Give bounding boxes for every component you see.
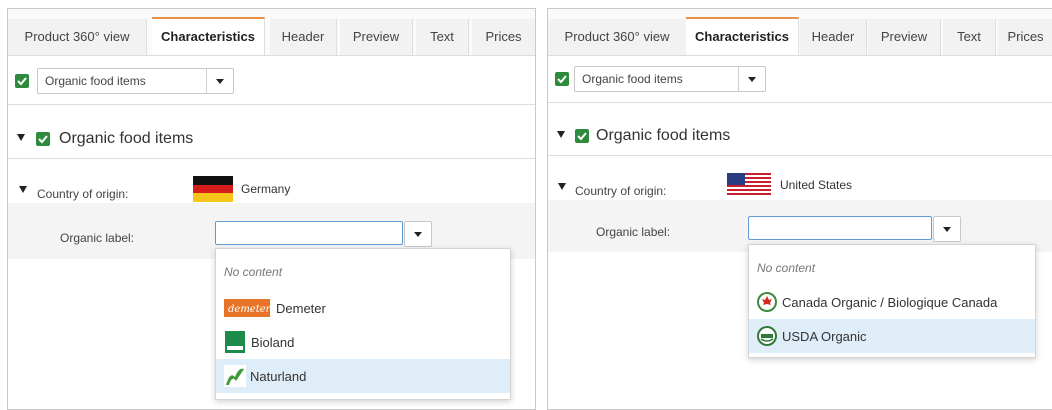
category-checkbox[interactable] xyxy=(555,72,569,86)
option-label: Canada Organic / Biologique Canada xyxy=(782,295,998,310)
organic-label-input[interactable] xyxy=(215,221,403,245)
tab-header[interactable]: Header xyxy=(800,19,867,55)
tab-product-360[interactable]: Product 360° view xyxy=(548,19,687,55)
triangle-down-icon[interactable] xyxy=(17,134,25,141)
category-select-button[interactable] xyxy=(738,67,765,91)
germany-flag-icon xyxy=(193,176,233,202)
triangle-down-icon[interactable] xyxy=(557,131,565,138)
demeter-logo-icon: demeter xyxy=(224,299,270,317)
category-select-value: Organic food items xyxy=(45,74,146,88)
left-panel: Product 360° view Characteristics Header… xyxy=(7,8,536,410)
caret-down-icon xyxy=(216,79,224,84)
divider xyxy=(8,158,535,159)
check-icon xyxy=(17,77,27,86)
option-bioland[interactable]: Bioland xyxy=(216,325,510,359)
option-demeter[interactable]: demeter Demeter xyxy=(216,291,510,325)
tab-characteristics[interactable]: Characteristics xyxy=(152,17,265,55)
bioland-logo-icon xyxy=(225,331,245,353)
usda-organic-logo-icon xyxy=(757,326,777,346)
tab-bar: Product 360° view Characteristics Header… xyxy=(8,9,535,56)
divider xyxy=(8,104,535,105)
organic-label-dropdown: No content Canada Organic / Biologique C… xyxy=(748,244,1036,358)
tab-prices[interactable]: Prices xyxy=(472,19,535,55)
canada-organic-logo-icon xyxy=(757,292,777,312)
section-checkbox[interactable] xyxy=(575,129,589,143)
organic-label-label: Organic label: xyxy=(596,225,671,239)
caret-down-icon xyxy=(943,227,951,232)
triangle-down-icon[interactable] xyxy=(19,186,27,193)
option-label: Bioland xyxy=(251,335,295,350)
check-icon xyxy=(38,135,48,144)
category-select[interactable]: Organic food items xyxy=(574,66,766,92)
tab-text[interactable]: Text xyxy=(416,19,469,55)
option-usda-organic[interactable]: USDA Organic xyxy=(749,319,1035,353)
category-checkbox[interactable] xyxy=(15,74,29,88)
option-label: Naturland xyxy=(250,369,307,384)
no-content-option[interactable]: No content xyxy=(224,265,282,279)
option-canada-organic[interactable]: Canada Organic / Biologique Canada xyxy=(749,285,1035,319)
category-select-value: Organic food items xyxy=(582,72,683,86)
country-value: United States xyxy=(780,178,853,192)
section-title: Organic food items xyxy=(596,127,731,144)
caret-down-icon xyxy=(414,232,422,237)
country-value: Germany xyxy=(241,182,291,196)
naturland-logo-icon xyxy=(224,365,246,387)
option-naturland[interactable]: Naturland xyxy=(216,359,510,393)
organic-label-dropdown: No content demeter Demeter Bioland Natur… xyxy=(215,248,511,400)
check-icon xyxy=(577,132,587,141)
tab-product-360[interactable]: Product 360° view xyxy=(8,19,147,55)
triangle-down-icon[interactable] xyxy=(558,183,566,190)
demeter-logo-text: demeter xyxy=(228,304,270,315)
country-of-origin-label: Country of origin: xyxy=(37,187,129,201)
tab-prices[interactable]: Prices xyxy=(998,19,1052,55)
tab-characteristics[interactable]: Characteristics xyxy=(686,17,799,55)
option-label: USDA Organic xyxy=(782,329,867,344)
usa-flag-icon xyxy=(727,173,771,197)
organic-label-dropdown-button[interactable] xyxy=(404,221,432,247)
category-select[interactable]: Organic food items xyxy=(37,68,234,94)
organic-label-dropdown-button[interactable] xyxy=(933,216,961,242)
option-label: Demeter xyxy=(276,301,326,316)
divider xyxy=(548,102,1052,103)
tab-bar: Product 360° view Characteristics Header… xyxy=(548,9,1052,56)
divider xyxy=(548,155,1052,156)
tab-text[interactable]: Text xyxy=(943,19,996,55)
category-select-button[interactable] xyxy=(206,69,233,93)
organic-label-label: Organic label: xyxy=(60,231,135,245)
section-title: Organic food items xyxy=(59,130,194,147)
tab-preview[interactable]: Preview xyxy=(868,19,941,55)
no-content-option[interactable]: No content xyxy=(757,261,815,275)
tab-preview[interactable]: Preview xyxy=(340,19,413,55)
country-of-origin-label: Country of origin: xyxy=(575,184,667,198)
section-checkbox[interactable] xyxy=(36,132,50,146)
right-panel: Product 360° view Characteristics Header… xyxy=(547,8,1052,410)
organic-label-input[interactable] xyxy=(748,216,932,240)
caret-down-icon xyxy=(748,77,756,82)
tab-header[interactable]: Header xyxy=(270,19,337,55)
check-icon xyxy=(557,75,567,84)
